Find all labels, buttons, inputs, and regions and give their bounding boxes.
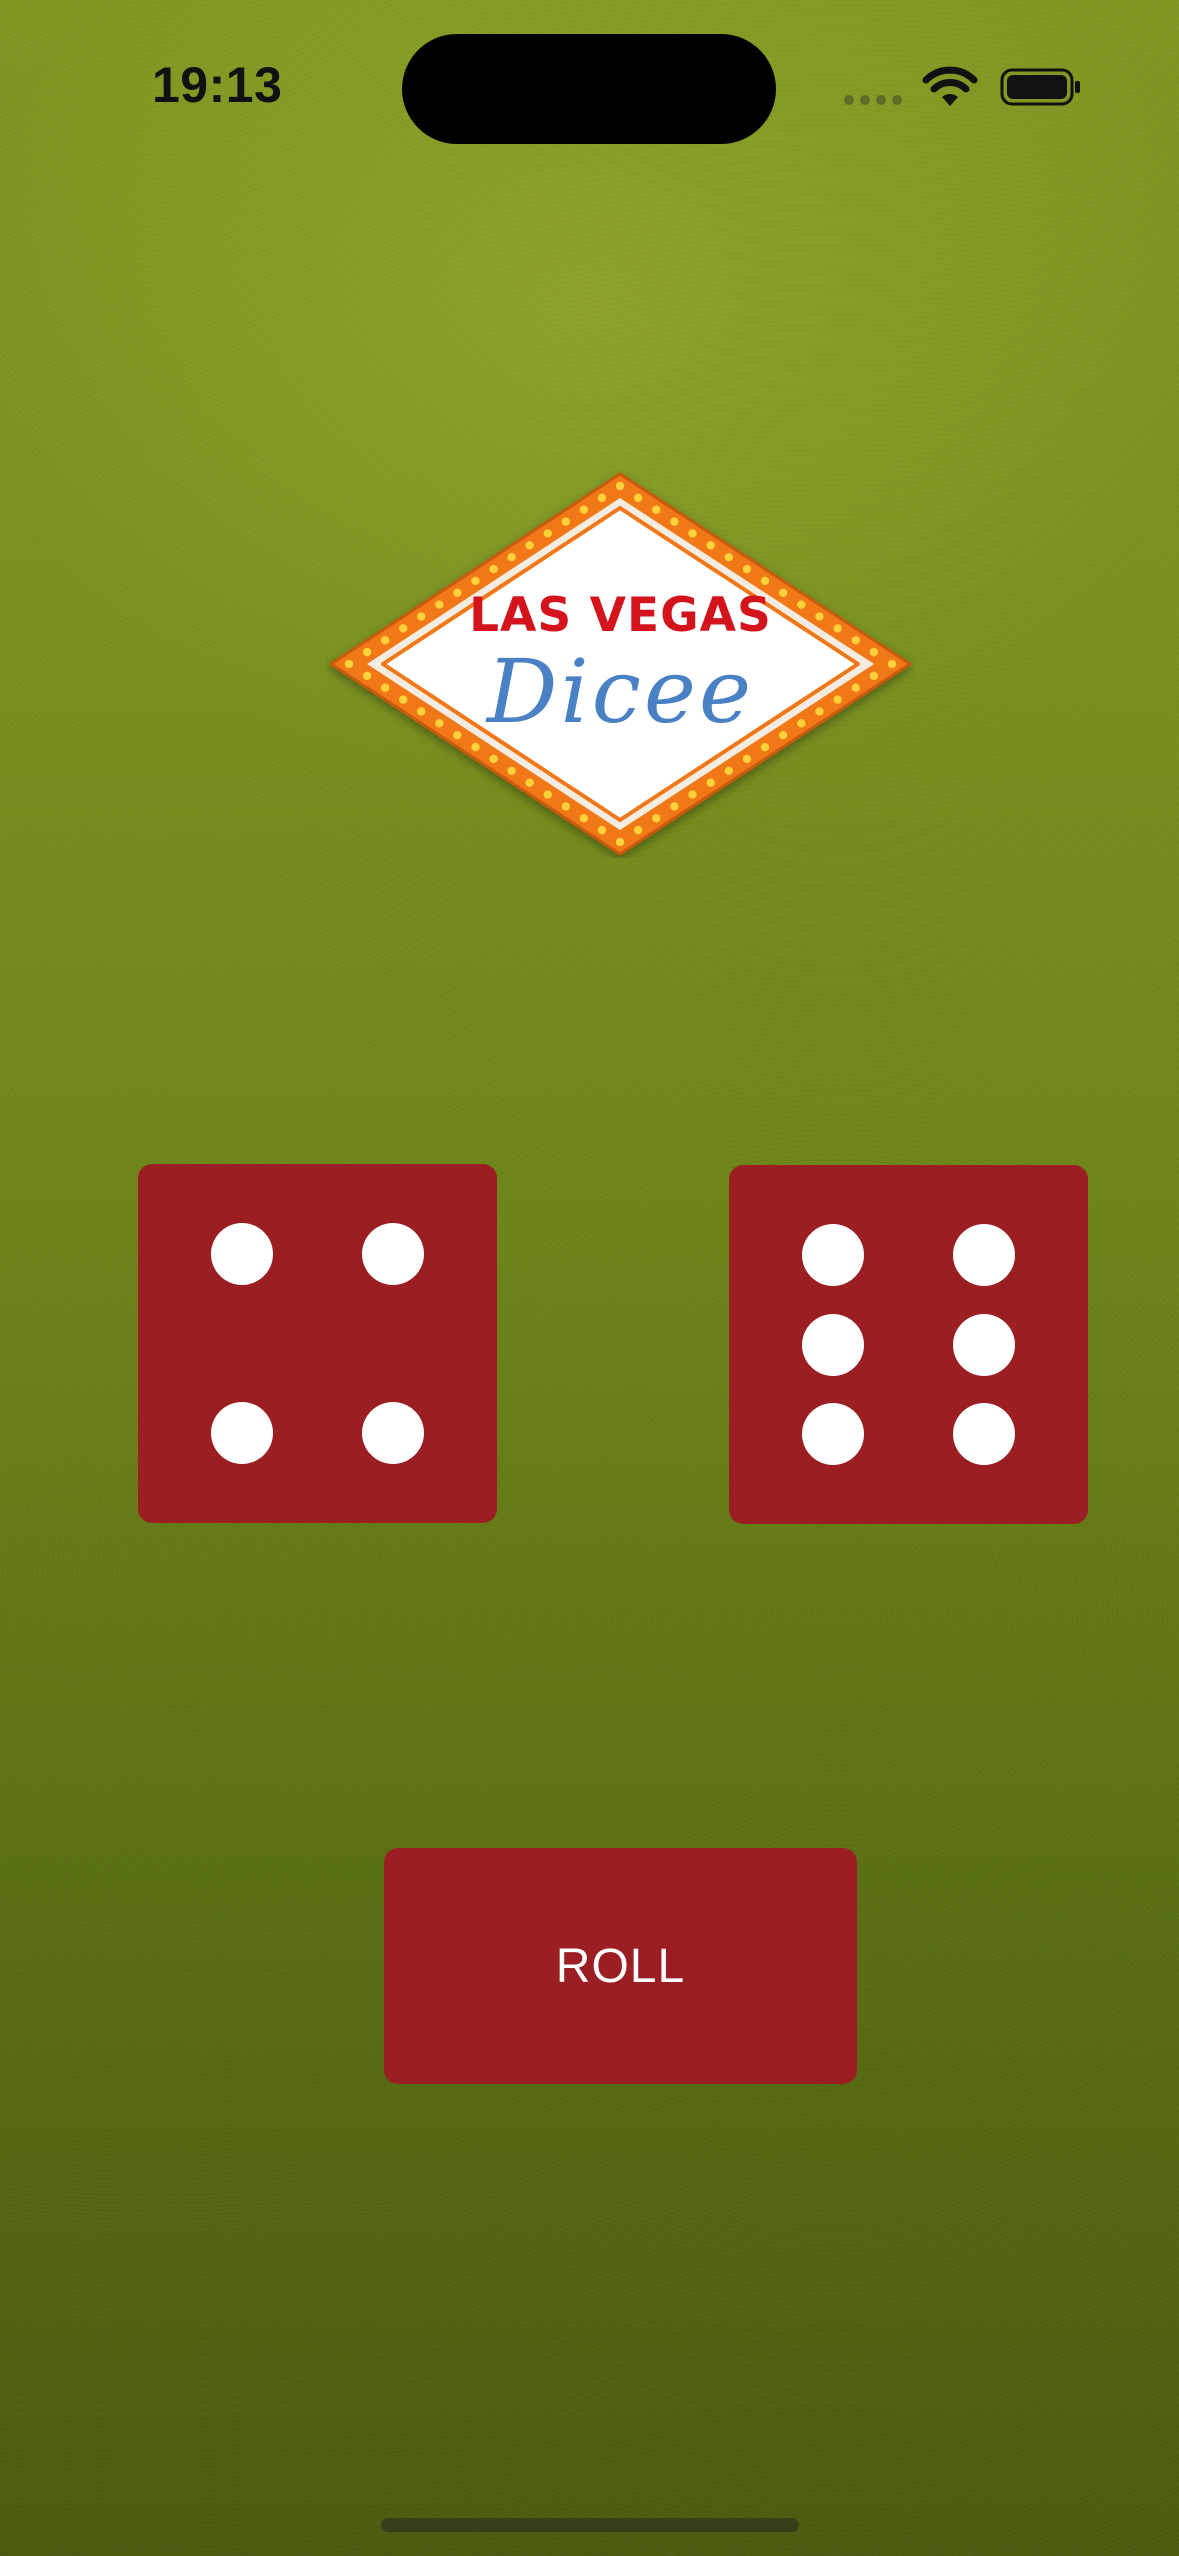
die-pip [361, 1402, 424, 1465]
wifi-icon [922, 66, 978, 106]
logo-script: Dicee [486, 640, 755, 743]
las-vegas-dicee-logo: LAS VEGAS Dicee [326, 470, 915, 858]
home-indicator[interactable] [381, 2518, 799, 2532]
logo-title: LAS VEGAS [469, 588, 772, 643]
die-pip [211, 1222, 274, 1285]
die-pip [952, 1223, 1015, 1286]
die-pip [802, 1223, 865, 1286]
die-pip [802, 1313, 865, 1376]
left-die [138, 1164, 497, 1523]
dynamic-island [402, 34, 776, 144]
status-time: 19:13 [152, 57, 283, 113]
die-pip [361, 1222, 424, 1285]
battery-icon [1000, 68, 1080, 106]
right-die [729, 1165, 1088, 1524]
die-pip [211, 1402, 274, 1465]
die-pip [952, 1403, 1015, 1466]
cellular-signal-icon [844, 95, 902, 105]
die-pip [802, 1403, 865, 1466]
roll-button[interactable]: ROLL [384, 1848, 857, 2084]
die-pip [952, 1313, 1015, 1376]
